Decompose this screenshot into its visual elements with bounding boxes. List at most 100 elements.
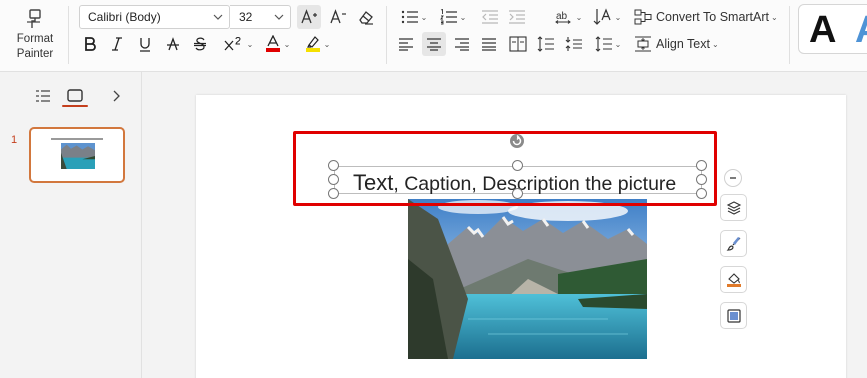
font-name-value: Calibri (Body) — [88, 10, 161, 24]
double-strikethrough-button[interactable] — [190, 32, 210, 56]
chevron-down-icon — [213, 14, 223, 20]
font-color-icon — [265, 35, 280, 52]
paint-bucket-icon — [726, 272, 741, 287]
chevron-down-icon: ⌄ — [771, 12, 778, 22]
align-center-button[interactable] — [422, 32, 446, 56]
decrease-indent-button[interactable] — [479, 5, 501, 29]
superscript-button[interactable]: ⌄ — [220, 32, 256, 56]
line-spacing-button[interactable] — [534, 32, 558, 56]
chevron-down-icon: ⌄ — [575, 12, 583, 22]
font-name-dropdown[interactable]: Calibri (Body) — [79, 5, 230, 29]
highlighter-icon — [305, 36, 320, 52]
numbered-list-icon — [439, 9, 457, 25]
style-sample-blue[interactable]: A — [855, 9, 867, 52]
italic-icon — [112, 37, 122, 51]
chevron-down-icon: ⌄ — [283, 39, 291, 49]
grow-font-icon — [301, 9, 317, 24]
chevron-right-icon[interactable] — [106, 86, 126, 106]
highlight-color-button[interactable]: ⌄ — [300, 32, 334, 56]
slide-thumbnail[interactable] — [29, 127, 125, 183]
outline-view-icon[interactable] — [33, 86, 53, 106]
format-shape-button[interactable] — [720, 230, 747, 257]
slide-number: 1 — [11, 134, 18, 146]
landscape-image — [408, 199, 647, 359]
spacing-options-button[interactable]: ⌄ — [592, 32, 624, 56]
divider — [68, 6, 69, 64]
shape-fill-button[interactable] — [720, 266, 747, 293]
bullets-button[interactable]: ⌄ — [398, 5, 430, 29]
columns-icon — [509, 36, 527, 52]
chevron-down-icon: ⌄ — [711, 39, 719, 49]
underline-button[interactable] — [135, 32, 155, 56]
align-right-button[interactable] — [451, 32, 473, 56]
shrink-font-icon — [330, 9, 346, 24]
thumbnail-title — [51, 138, 103, 140]
paragraph-spacing-button[interactable] — [562, 32, 586, 56]
chevron-down-icon: ⌄ — [420, 12, 428, 22]
strikethrough-button[interactable] — [163, 32, 183, 56]
font-size-dropdown[interactable]: 32 — [230, 5, 291, 29]
paragraph-spacing-icon — [565, 37, 582, 51]
bold-button[interactable] — [80, 32, 100, 56]
picture-style-button[interactable] — [720, 302, 747, 329]
chevron-down-icon — [274, 14, 284, 20]
collapse-button[interactable] — [724, 169, 742, 187]
align-left-icon — [399, 38, 413, 51]
justify-button[interactable] — [478, 32, 500, 56]
justify-icon — [482, 38, 496, 51]
columns-button[interactable] — [506, 32, 530, 56]
arrange-button[interactable] — [720, 194, 747, 221]
align-center-icon — [427, 38, 441, 51]
superscript-icon — [224, 37, 241, 51]
slides-pane: 1 — [0, 72, 142, 378]
text-direction-icon — [593, 8, 611, 25]
active-view-indicator — [62, 105, 88, 107]
align-text-label: Align Text — [656, 37, 710, 51]
character-spacing-button[interactable]: ab ⌄ — [553, 5, 583, 29]
font-color-button[interactable]: ⌄ — [260, 32, 294, 56]
bullet-list-icon — [401, 10, 418, 24]
chevron-down-icon: ⌄ — [459, 12, 467, 22]
chevron-down-icon: ⌄ — [614, 39, 622, 49]
convert-to-smartart-button[interactable]: Convert To SmartArt ⌄ — [634, 5, 786, 29]
format-painter-button[interactable]: Format Painter — [8, 6, 62, 68]
increase-indent-button[interactable] — [506, 5, 528, 29]
align-text-icon — [635, 36, 651, 52]
slide-view-icon[interactable] — [65, 86, 85, 106]
layers-icon — [726, 200, 741, 215]
font-size-value: 32 — [239, 10, 253, 24]
highlight-box — [293, 131, 717, 206]
spacing-options-icon — [595, 36, 612, 52]
align-left-button[interactable] — [395, 32, 417, 56]
shrink-font-button[interactable] — [326, 5, 350, 29]
character-spacing-icon: ab — [554, 11, 571, 24]
convert-to-smartart-label: Convert To SmartArt — [656, 10, 770, 24]
divider — [386, 6, 387, 64]
format-painter-line2: Painter — [16, 48, 54, 60]
divider — [789, 6, 790, 64]
numbering-button[interactable]: ⌄ — [437, 5, 469, 29]
text-direction-button[interactable]: ⌄ — [592, 5, 622, 29]
quick-styles-gallery[interactable]: A A — [798, 4, 867, 54]
increase-indent-icon — [509, 10, 525, 24]
picture-frame-icon — [726, 308, 741, 323]
thumbnail-image — [61, 143, 95, 169]
minus-icon — [730, 177, 736, 179]
line-spacing-icon — [537, 36, 554, 52]
italic-button[interactable] — [107, 32, 127, 56]
grow-font-button[interactable] — [297, 5, 321, 29]
style-sample-black[interactable]: A — [809, 9, 836, 52]
chevron-down-icon: ⌄ — [614, 12, 622, 22]
smartart-icon — [634, 9, 652, 25]
ribbon: Format Painter Calibri (Body) 32 ⌄ ⌄ ⌄ ⌄… — [0, 0, 867, 72]
align-right-icon — [455, 38, 469, 51]
mountain-lake-picture[interactable] — [408, 199, 647, 359]
chevron-down-icon: ⌄ — [323, 39, 331, 49]
clear-formatting-button[interactable] — [354, 5, 378, 29]
bold-icon — [85, 37, 96, 51]
paintbrush-icon — [726, 236, 740, 251]
align-text-button[interactable]: Align Text ⌄ — [634, 32, 734, 56]
strikethrough-icon — [167, 37, 179, 51]
format-painter-line1: Format — [16, 33, 54, 45]
double-strikethrough-icon — [194, 37, 206, 51]
